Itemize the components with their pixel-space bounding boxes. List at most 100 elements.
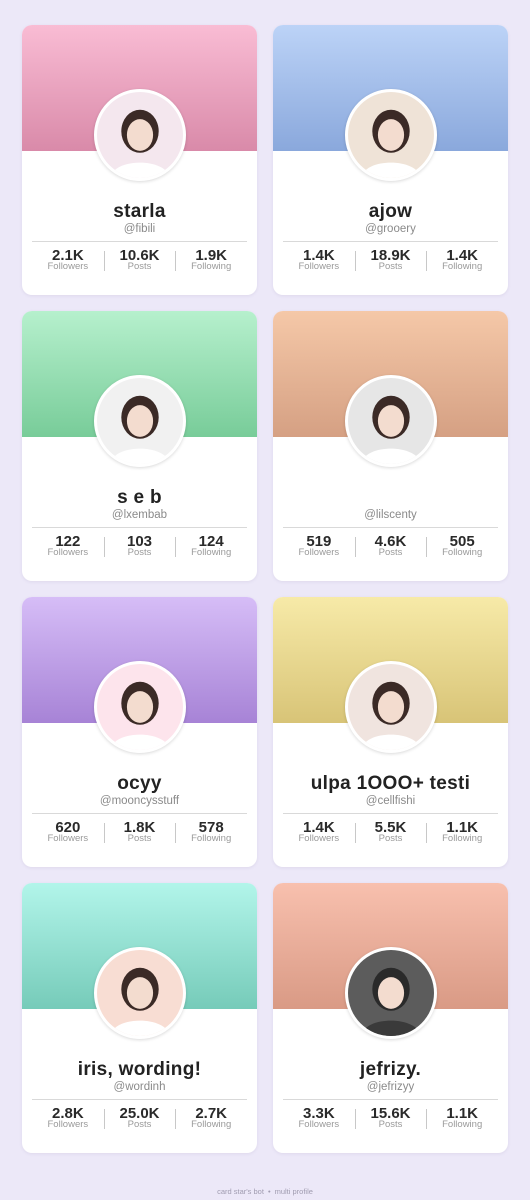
divider xyxy=(32,527,247,528)
profile-handle[interactable]: @lxembab xyxy=(22,508,257,522)
followers-label: Followers xyxy=(47,833,89,844)
followers-label: Followers xyxy=(47,1119,89,1130)
following-stat[interactable]: 505 Following xyxy=(426,533,498,567)
profile-name xyxy=(273,487,508,509)
footer-mode: multi profile xyxy=(274,1187,313,1196)
profile-handle[interactable]: @jefrizyy xyxy=(273,1080,508,1094)
followers-label: Followers xyxy=(298,833,340,844)
profile-stats: 3.3K Followers 15.6K Posts 1.1K Followin… xyxy=(283,1105,498,1139)
profile-stats: 2.8K Followers 25.0K Posts 2.7K Followin… xyxy=(32,1105,247,1139)
posts-label: Posts xyxy=(378,547,403,558)
profile-card[interactable]: starla @fibili 2.1K Followers 10.6K Post… xyxy=(22,25,257,295)
followers-label: Followers xyxy=(298,547,340,558)
posts-label: Posts xyxy=(378,833,403,844)
followers-stat[interactable]: 3.3K Followers xyxy=(283,1105,355,1139)
following-label: Following xyxy=(442,261,483,272)
posts-stat[interactable]: 10.6K Posts xyxy=(103,247,176,281)
followers-stat[interactable]: 1.4K Followers xyxy=(283,247,355,281)
avatar-portrait-icon xyxy=(96,378,183,464)
following-stat[interactable]: 1.4K Following xyxy=(426,247,498,281)
profile-stats: 122 Followers 103 Posts 124 Following xyxy=(32,533,247,567)
followers-stat[interactable]: 620 Followers xyxy=(32,819,104,853)
profile-stats: 620 Followers 1.8K Posts 578 Following xyxy=(32,819,247,853)
profile-name: ocyy xyxy=(117,773,162,794)
posts-label: Posts xyxy=(378,1119,403,1130)
following-label: Following xyxy=(442,833,483,844)
divider xyxy=(283,1099,498,1100)
profile-avatar[interactable] xyxy=(344,947,437,1039)
profile-card[interactable]: ocyy @mooncysstuff 620 Followers 1.8K Po… xyxy=(22,597,257,867)
following-label: Following xyxy=(442,1119,483,1130)
profile-stats: 1.4K Followers 18.9K Posts 1.4K Followin… xyxy=(283,247,498,281)
profile-handle[interactable]: @fibili xyxy=(22,222,257,236)
profile-name: starla xyxy=(113,201,166,222)
profile-stats: 1.4K Followers 5.5K Posts 1.1K Following xyxy=(283,819,498,853)
posts-stat[interactable]: 15.6K Posts xyxy=(354,1105,427,1139)
profile-card[interactable]: @lilscenty 519 Followers 4.6K Posts 505 … xyxy=(273,311,508,581)
profile-avatar[interactable] xyxy=(93,661,186,753)
avatar-portrait-icon xyxy=(347,378,434,464)
divider xyxy=(32,1099,247,1100)
posts-stat[interactable]: 25.0K Posts xyxy=(103,1105,176,1139)
following-stat[interactable]: 2.7K Following xyxy=(175,1105,247,1139)
followers-stat[interactable]: 2.8K Followers xyxy=(32,1105,104,1139)
divider xyxy=(283,813,498,814)
profile-handle[interactable]: @mooncysstuff xyxy=(22,794,257,808)
profile-name: ulpa 1OOO+ testi xyxy=(310,773,471,794)
profile-stats: 2.1K Followers 10.6K Posts 1.9K Followin… xyxy=(32,247,247,281)
following-label: Following xyxy=(191,547,232,558)
profile-card[interactable]: s e b @lxembab 122 Followers 103 Posts 1… xyxy=(22,311,257,581)
profile-avatar[interactable] xyxy=(344,661,437,753)
profile-avatar[interactable] xyxy=(93,89,186,181)
profile-avatar[interactable] xyxy=(93,375,186,467)
followers-label: Followers xyxy=(298,1119,340,1130)
following-stat[interactable]: 1.1K Following xyxy=(426,819,498,853)
posts-label: Posts xyxy=(127,261,152,272)
posts-stat[interactable]: 4.6K Posts xyxy=(354,533,427,567)
profile-avatar[interactable] xyxy=(93,947,186,1039)
posts-label: Posts xyxy=(127,1119,152,1130)
profile-avatar[interactable] xyxy=(344,375,437,467)
following-label: Following xyxy=(191,261,232,272)
footer-separator: • xyxy=(267,1187,271,1196)
divider xyxy=(32,241,247,242)
followers-stat[interactable]: 2.1K Followers xyxy=(32,247,104,281)
avatar-portrait-icon xyxy=(347,664,434,750)
following-stat[interactable]: 1.9K Following xyxy=(175,247,247,281)
followers-label: Followers xyxy=(298,261,340,272)
following-label: Following xyxy=(191,1119,232,1130)
posts-label: Posts xyxy=(378,261,403,272)
posts-stat[interactable]: 103 Posts xyxy=(103,533,176,567)
avatar-portrait-icon xyxy=(96,92,183,178)
posts-label: Posts xyxy=(127,547,152,558)
followers-label: Followers xyxy=(47,261,89,272)
profile-handle[interactable]: @lilscenty xyxy=(273,508,508,522)
followers-stat[interactable]: 122 Followers xyxy=(32,533,104,567)
profile-avatar[interactable] xyxy=(344,89,437,181)
following-stat[interactable]: 1.1K Following xyxy=(426,1105,498,1139)
followers-stat[interactable]: 1.4K Followers xyxy=(283,819,355,853)
avatar-portrait-icon xyxy=(347,950,434,1036)
footer-bot-name: card star's bot xyxy=(217,1187,264,1196)
following-stat[interactable]: 578 Following xyxy=(175,819,247,853)
profile-name: jefrizy. xyxy=(359,1059,422,1080)
profile-handle[interactable]: @wordinh xyxy=(22,1080,257,1094)
followers-stat[interactable]: 519 Followers xyxy=(283,533,355,567)
profile-card[interactable]: jefrizy. @jefrizyy 3.3K Followers 15.6K … xyxy=(273,883,508,1153)
posts-label: Posts xyxy=(127,833,152,844)
posts-stat[interactable]: 5.5K Posts xyxy=(354,819,427,853)
posts-stat[interactable]: 1.8K Posts xyxy=(103,819,176,853)
followers-label: Followers xyxy=(47,547,89,558)
footer-caption: card star's bot • multi profile xyxy=(0,1187,530,1196)
avatar-portrait-icon xyxy=(96,664,183,750)
profile-handle[interactable]: @cellfishi xyxy=(273,794,508,808)
following-label: Following xyxy=(442,547,483,558)
avatar-portrait-icon xyxy=(347,92,434,178)
profile-handle[interactable]: @grooery xyxy=(273,222,508,236)
following-stat[interactable]: 124 Following xyxy=(175,533,247,567)
profile-card[interactable]: iris, wording! @wordinh 2.8K Followers 2… xyxy=(22,883,257,1153)
profile-card[interactable]: ajow @grooery 1.4K Followers 18.9K Posts… xyxy=(273,25,508,295)
posts-stat[interactable]: 18.9K Posts xyxy=(354,247,427,281)
profile-card[interactable]: ulpa 1OOO+ testi @cellfishi 1.4K Followe… xyxy=(273,597,508,867)
profile-card-grid: starla @fibili 2.1K Followers 10.6K Post… xyxy=(0,0,530,1200)
